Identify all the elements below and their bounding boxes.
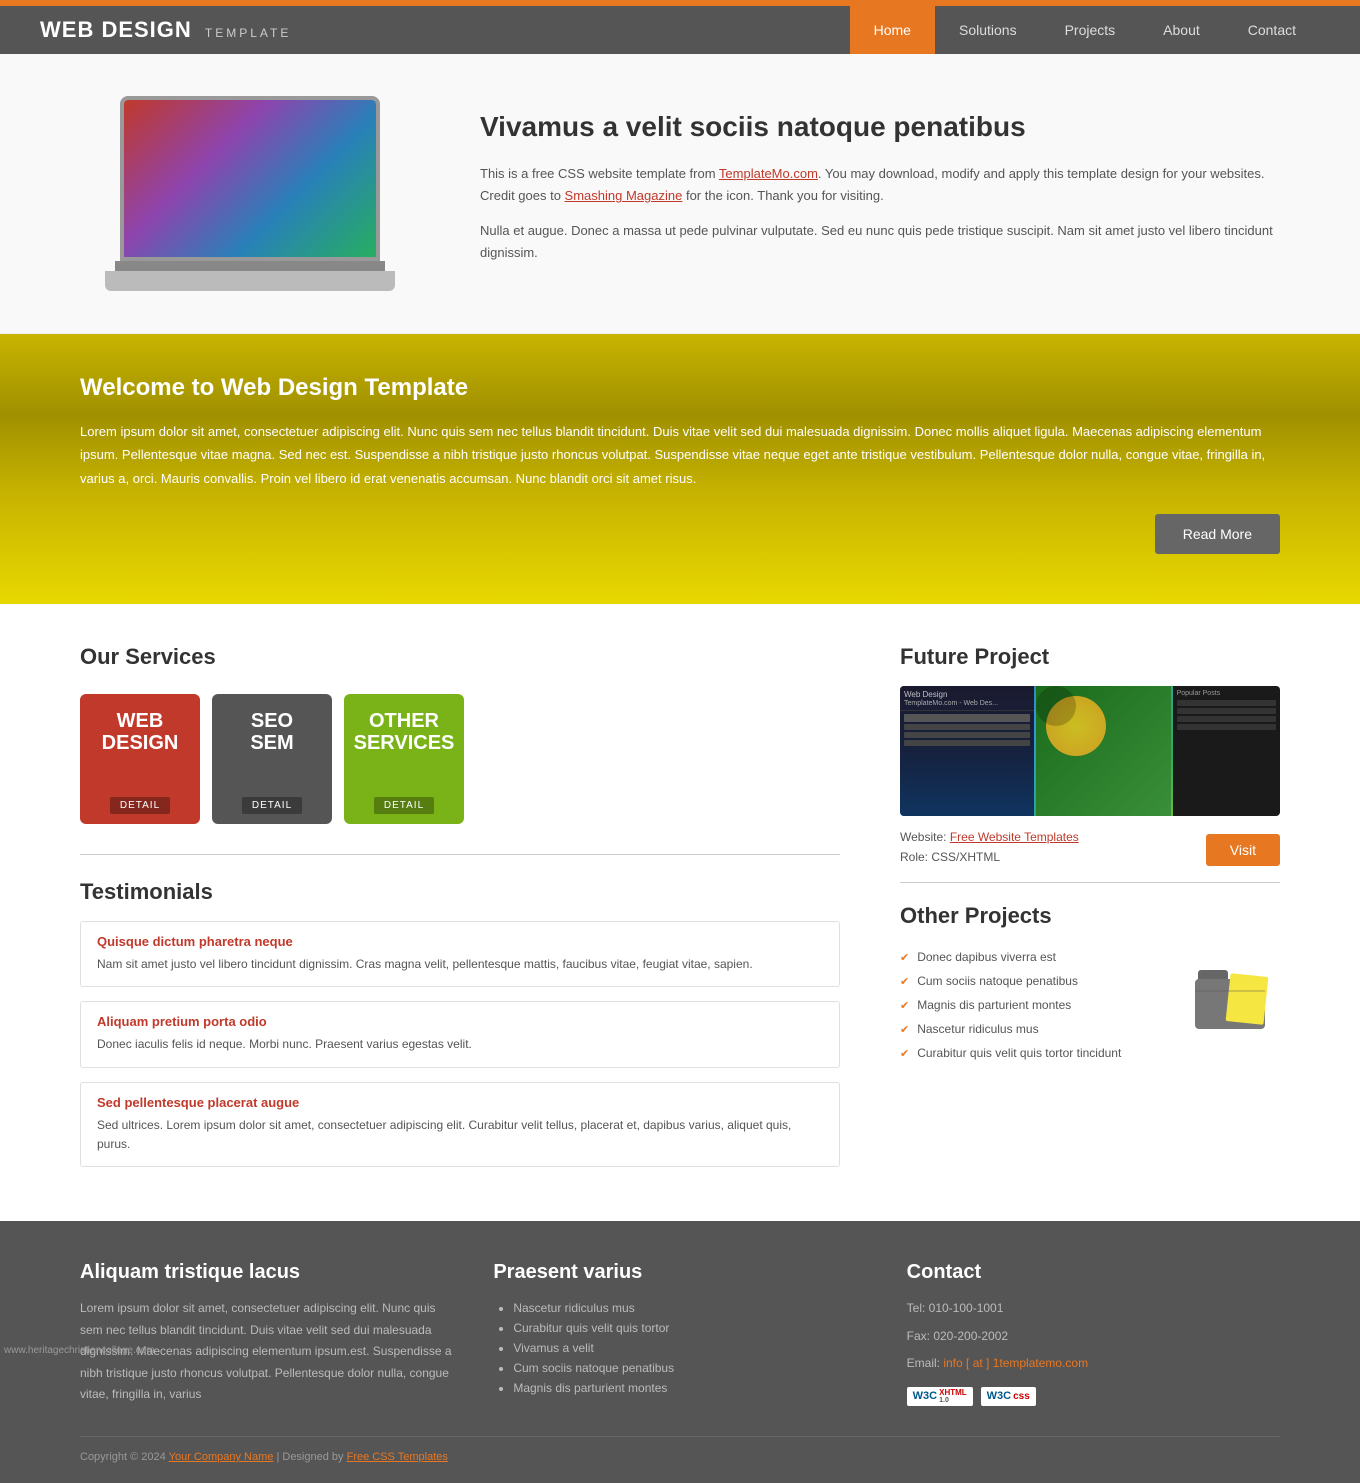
testimonial-1-heading: Quisque dictum pharetra neque (97, 934, 823, 949)
footer-list-item-3: Vivamus a velit (513, 1338, 866, 1358)
website-link[interactable]: Free Website Templates (950, 830, 1079, 844)
testimonials-title: Testimonials (80, 879, 840, 905)
testimonial-item-3: Sed pellentesque placerat augue Sed ultr… (80, 1082, 840, 1167)
service-other[interactable]: OTHERServices DETAIL (344, 694, 464, 824)
testimonials-section: Testimonials Quisque dictum pharetra neq… (80, 879, 840, 1167)
footer-col-3: Contact Tel: 010-100-1001 Fax: 020-200-2… (907, 1261, 1280, 1406)
welcome-title: Welcome to Web Design Template (80, 374, 1280, 402)
logo-bold: WEB DESIGN (40, 17, 192, 42)
footer-grid: Aliquam tristique lacus Lorem ipsum dolo… (80, 1261, 1280, 1406)
nav-about[interactable]: About (1139, 6, 1224, 54)
footer-col-2: Praesent varius Nascetur ridiculus mus C… (493, 1261, 866, 1406)
future-project-title: Future Project (900, 644, 1280, 670)
other-project-item-2: Cum sociis natoque penatibus (900, 969, 1180, 993)
header: WEB DESIGN TEMPLATE Home Solutions Proje… (0, 6, 1360, 54)
project-website: Website: Free Website Templates (900, 830, 1079, 844)
logo-sub: TEMPLATE (205, 26, 291, 40)
testimonial-2-heading: Aliquam pretium porta odio (97, 1014, 823, 1029)
other-project-item-3: Magnis dis parturient montes (900, 993, 1180, 1017)
w3c-xhtml-badge: W3C XHTML 1.0 (907, 1387, 973, 1406)
w3c-badges: W3C XHTML 1.0 W3C css (907, 1387, 1280, 1406)
seo-sem-detail: DETAIL (242, 797, 302, 814)
seo-sem-label: SEOSEM (250, 710, 293, 754)
testimonial-item-1: Quisque dictum pharetra neque Nam sit am… (80, 921, 840, 987)
service-seo-sem[interactable]: SEOSEM DETAIL (212, 694, 332, 824)
css-templates-link[interactable]: Free CSS Templates (347, 1451, 448, 1463)
other-label: OTHERServices (354, 710, 455, 754)
service-web-design[interactable]: WEBDesign DETAIL (80, 694, 200, 824)
laptop-keyboard (105, 271, 395, 291)
services-grid: WEBDesign DETAIL SEOSEM DETAIL OTHERServ… (80, 694, 840, 824)
left-column: Our Services WEBDesign DETAIL SEOSEM DET… (80, 644, 840, 1181)
hero-title: Vivamus a velit sociis natoque penatibus (480, 111, 1280, 143)
company-link[interactable]: Your Company Name (169, 1451, 274, 1463)
testimonial-2-body: Donec iaculis felis id neque. Morbi nunc… (97, 1035, 823, 1054)
testimonial-1-body: Nam sit amet justo vel libero tincidunt … (97, 955, 823, 974)
footer-col2-list: Nascetur ridiculus mus Curabitur quis ve… (493, 1298, 866, 1398)
footer: Aliquam tristique lacus Lorem ipsum dolo… (0, 1221, 1360, 1483)
nav-contact[interactable]: Contact (1224, 6, 1320, 54)
footer-list-item-4: Cum sociis natoque penatibus (513, 1358, 866, 1378)
hero-content: Vivamus a velit sociis natoque penatibus… (420, 111, 1280, 275)
footer-email-link[interactable]: info [ at ] 1templatemo.com (943, 1356, 1088, 1370)
welcome-section: Welcome to Web Design Template Lorem ips… (0, 334, 1360, 604)
site-url: www.heritagechristiancollege.com (4, 1345, 155, 1356)
main-nav: Home Solutions Projects About Contact (850, 6, 1320, 54)
other-projects-ul: Donec dapibus viverra est Cum sociis nat… (900, 945, 1180, 1065)
laptop-screen (120, 96, 380, 261)
footer-list-item-2: Curabitur quis velit quis tortor (513, 1318, 866, 1338)
services-title: Our Services (80, 644, 840, 670)
footer-fax: Fax: 020-200-2002 (907, 1326, 1280, 1348)
footer-bottom: Copyright © 2024 Your Company Name | Des… (80, 1436, 1280, 1463)
read-more-button[interactable]: Read More (1155, 514, 1280, 554)
folder-icon (1190, 945, 1280, 1035)
footer-list-item-1: Nascetur ridiculus mus (513, 1298, 866, 1318)
project-divider (900, 882, 1280, 883)
footer-col3-title: Contact (907, 1261, 1280, 1284)
footer-col2-title: Praesent varius (493, 1261, 866, 1284)
nav-projects[interactable]: Projects (1041, 6, 1140, 54)
nav-home[interactable]: Home (850, 6, 935, 54)
project-role: Role: CSS/XHTML (900, 850, 1079, 864)
w3c-css-badge: W3C css (981, 1387, 1036, 1406)
main-content: Our Services WEBDesign DETAIL SEOSEM DET… (0, 604, 1360, 1221)
other-projects-section: Donec dapibus viverra est Cum sociis nat… (900, 945, 1280, 1065)
hero-para1: This is a free CSS website template from… (480, 163, 1280, 207)
folder-icon-wrap (1190, 945, 1280, 1035)
footer-col1-title: Aliquam tristique lacus (80, 1261, 453, 1284)
hero-section: Vivamus a velit sociis natoque penatibus… (0, 54, 1360, 334)
templatemo-link[interactable]: TemplateMo.com (719, 166, 818, 181)
web-design-detail: DETAIL (110, 797, 170, 814)
other-project-item-1: Donec dapibus viverra est (900, 945, 1180, 969)
other-projects-list: Donec dapibus viverra est Cum sociis nat… (900, 945, 1180, 1065)
footer-email: Email: info [ at ] 1templatemo.com (907, 1353, 1280, 1375)
services-divider (80, 854, 840, 855)
welcome-body: Lorem ipsum dolor sit amet, consectetuer… (80, 420, 1280, 490)
hero-image (80, 96, 420, 291)
logo: WEB DESIGN TEMPLATE (40, 17, 291, 43)
other-project-item-4: Nascetur ridiculus mus (900, 1017, 1180, 1041)
testimonial-item-2: Aliquam pretium porta odio Donec iaculis… (80, 1001, 840, 1067)
footer-tel: Tel: 010-100-1001 (907, 1298, 1280, 1320)
footer-col-1: Aliquam tristique lacus Lorem ipsum dolo… (80, 1261, 453, 1406)
visit-button[interactable]: Visit (1206, 834, 1280, 866)
other-detail: DETAIL (374, 797, 434, 814)
testimonial-3-body: Sed ultrices. Lorem ipsum dolor sit amet… (97, 1116, 823, 1154)
footer-copyright: Copyright © 2024 Your Company Name | Des… (80, 1451, 448, 1463)
future-project-image: Web Design TemplateMo.com - Web Des... (900, 686, 1280, 816)
laptop-hinge (115, 261, 385, 271)
testimonial-3-heading: Sed pellentesque placerat augue (97, 1095, 823, 1110)
smashing-link[interactable]: Smashing Magazine (565, 188, 683, 203)
other-projects-title: Other Projects (900, 903, 1280, 929)
right-column: Future Project Web Design TemplateMo.com… (900, 644, 1280, 1181)
web-design-label: WEBDesign (102, 710, 179, 754)
hero-para2: Nulla et augue. Donec a massa ut pede pu… (480, 220, 1280, 264)
other-project-item-5: Curabitur quis velit quis tortor tincidu… (900, 1041, 1180, 1065)
nav-solutions[interactable]: Solutions (935, 6, 1041, 54)
footer-list-item-5: Magnis dis parturient montes (513, 1378, 866, 1398)
